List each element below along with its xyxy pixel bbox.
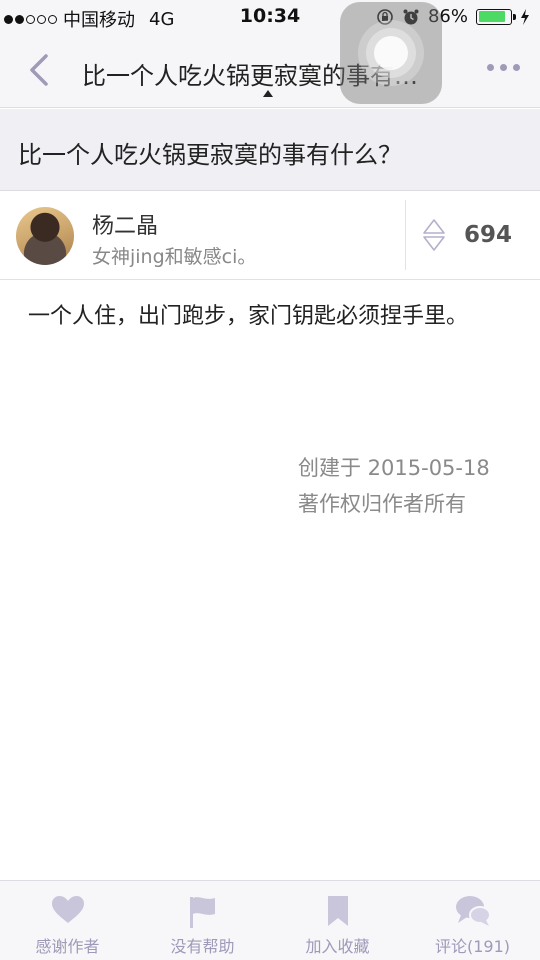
answer-content: 一个人住，出门跑步，家门钥匙必须捏手里。 [28, 304, 469, 329]
author-bio: 女神jing和敏感ci。 [92, 246, 257, 268]
comments-label: 评论(191) [434, 937, 511, 956]
heart-icon [51, 896, 84, 923]
battery-icon [476, 8, 516, 25]
author-name[interactable]: 杨二晶 [92, 208, 158, 240]
not-helpful-label: 没有帮助 [170, 937, 235, 956]
more-button[interactable] [487, 64, 520, 71]
bookmark-icon [327, 896, 348, 926]
status-bar: 中国移动 4G 10:34 86% [0, 0, 540, 36]
vote-count: 694 [464, 222, 513, 248]
battery-fill [478, 11, 506, 22]
avatar[interactable] [16, 207, 74, 265]
not-helpful-button[interactable]: 没有帮助 [135, 881, 270, 960]
vote-arrows-icon[interactable] [421, 218, 447, 252]
divider [405, 200, 406, 270]
comment-bubbles-icon [455, 896, 491, 926]
thank-author-label: 感谢作者 [35, 937, 100, 956]
navigation-bar: 比一个人吃火锅更寂寞的事有… [0, 36, 540, 108]
bottom-toolbar: 感谢作者 没有帮助 加入收藏 评论(191) [0, 880, 540, 960]
collect-label: 加入收藏 [305, 937, 370, 956]
chevron-left-icon [30, 54, 48, 86]
back-button[interactable] [22, 50, 62, 90]
charging-icon [521, 8, 529, 25]
assistive-touch-button[interactable] [340, 2, 442, 104]
thank-author-button[interactable]: 感谢作者 [0, 881, 135, 960]
collect-button[interactable]: 加入收藏 [270, 881, 405, 960]
caret-up-icon [263, 90, 273, 97]
created-date: 创建于 2015-05-18 [298, 456, 490, 480]
author-row: 杨二晶 女神jing和敏感ci。 694 [0, 192, 540, 280]
copyright-note: 著作权归作者所有 [298, 492, 466, 516]
flag-icon [189, 897, 215, 928]
question-header[interactable]: 比一个人吃火锅更寂寞的事有什么？ [0, 109, 540, 191]
answer-screen: 中国移动 4G 10:34 86% 比一个人吃火锅更寂寞的事有… 比一个人吃火锅… [0, 0, 540, 960]
more-dots-icon [487, 64, 494, 71]
question-title: 比一个人吃火锅更寂寞的事有什么？ [18, 141, 402, 169]
comments-button[interactable]: 评论(191) [405, 881, 540, 960]
